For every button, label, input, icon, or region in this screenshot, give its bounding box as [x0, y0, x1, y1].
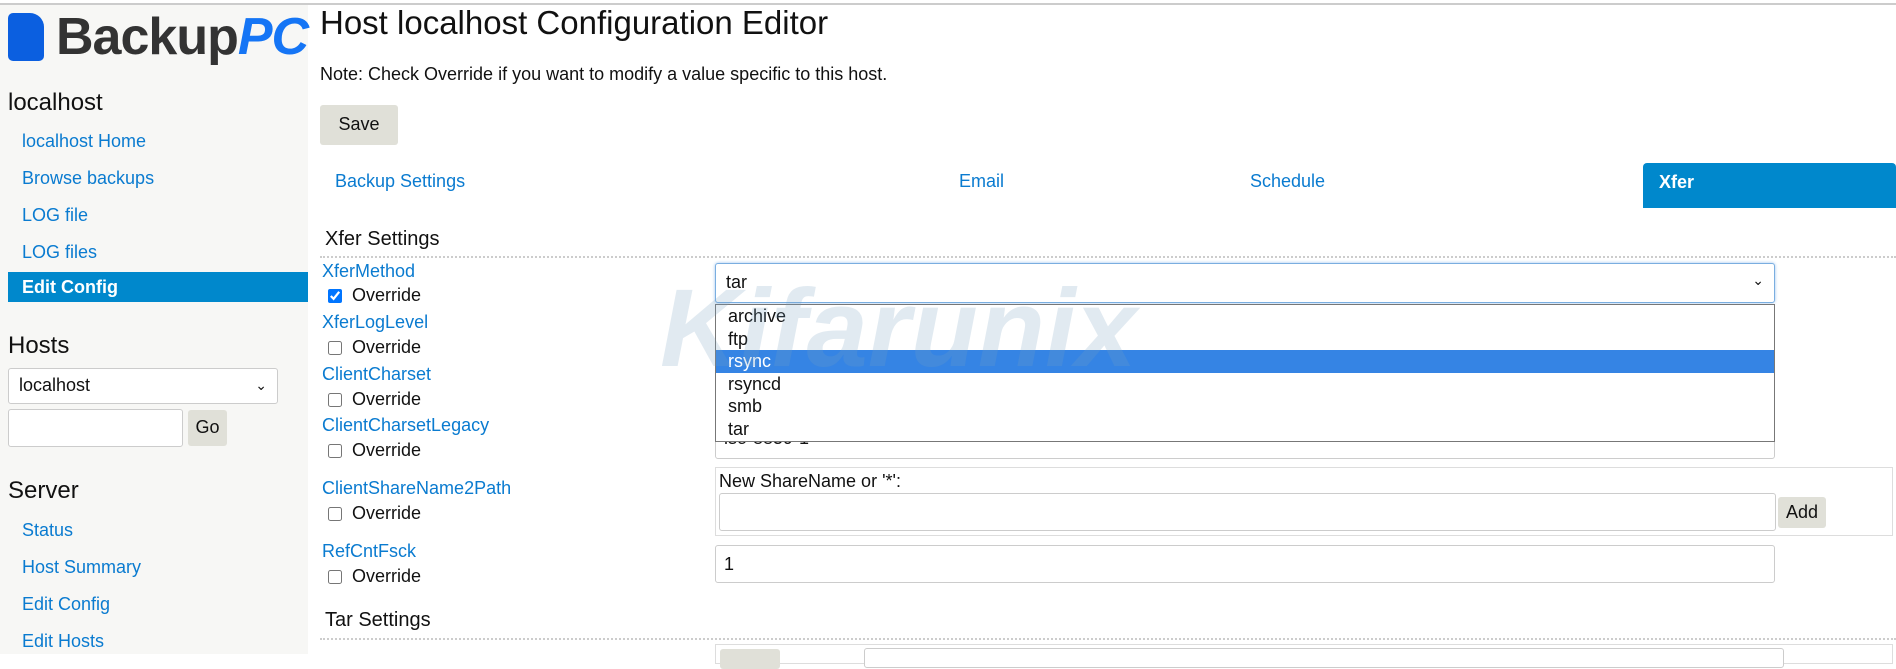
override-clientcharset[interactable]: Override — [328, 389, 421, 410]
option-tar[interactable]: tar — [716, 418, 1774, 441]
option-archive[interactable]: archive — [716, 305, 1774, 328]
save-button[interactable]: Save — [320, 105, 398, 145]
override-checkbox[interactable] — [328, 569, 342, 584]
override-note: Note: Check Override if you want to modi… — [320, 64, 888, 84]
sidebar-item-edit-config[interactable]: Edit Config — [22, 594, 110, 615]
override-label: Override — [352, 389, 422, 409]
host-heading: localhost — [8, 89, 103, 116]
sharename-prompt: New ShareName or '*': — [719, 471, 901, 491]
tar-settings-heading: Tar Settings — [325, 609, 431, 631]
hosts-heading: Hosts — [8, 332, 70, 359]
sidebar-item-log-file[interactable]: LOG file — [22, 205, 88, 226]
xfermethod-select-value: tar — [726, 272, 748, 292]
field-clientcharsetlegacy[interactable]: ClientCharsetLegacy — [322, 415, 489, 436]
field-refcntfsck[interactable]: RefCntFsck — [322, 541, 416, 562]
add-button[interactable]: Add — [1778, 497, 1826, 528]
override-label: Override — [352, 440, 422, 460]
xfermethod-dropdown: archive ftp rsync rsyncd smb tar — [715, 304, 1775, 442]
tar-input[interactable] — [864, 648, 1784, 668]
sidebar-item-browse-backups[interactable]: Browse backups — [22, 168, 154, 189]
option-rsync[interactable]: rsync — [716, 350, 1774, 373]
sidebar-item-status[interactable]: Status — [22, 520, 73, 541]
refcntfsck-input[interactable]: 1 — [715, 545, 1775, 583]
override-checkbox[interactable] — [328, 392, 342, 407]
option-rsyncd[interactable]: rsyncd — [716, 373, 1774, 396]
sidebar: BackupPC localhost localhost Home Browse… — [0, 5, 309, 654]
hosts-select[interactable]: localhost ⌄ — [8, 368, 278, 404]
host-search-input[interactable] — [8, 409, 183, 447]
override-checkbox[interactable] — [328, 443, 342, 458]
sidebar-item-edit-config-active[interactable]: Edit Config — [8, 272, 308, 302]
override-checkbox[interactable] — [328, 288, 342, 303]
override-label: Override — [352, 503, 422, 523]
sidebar-item-log-files[interactable]: LOG files — [22, 242, 97, 263]
logo-text-accent: PC — [237, 8, 309, 66]
field-clientsharename2path[interactable]: ClientShareName2Path — [322, 478, 511, 499]
tab-schedule[interactable]: Schedule — [1250, 171, 1325, 192]
option-smb[interactable]: smb — [716, 395, 1774, 418]
override-xfermethod[interactable]: Override — [328, 285, 421, 306]
page-title: Host localhost Configuration Editor — [320, 4, 829, 41]
tar-button[interactable] — [720, 649, 780, 669]
override-checkbox[interactable] — [328, 506, 342, 521]
logo-text: Backup — [56, 8, 239, 66]
sidebar-item-edit-hosts[interactable]: Edit Hosts — [22, 631, 104, 652]
override-label: Override — [352, 566, 422, 586]
tab-backup-settings[interactable]: Backup Settings — [335, 171, 465, 192]
backuppc-logo[interactable]: BackupPC — [8, 7, 309, 67]
tab-email[interactable]: Email — [959, 171, 1004, 192]
xfermethod-select[interactable]: tar ⌄ — [715, 263, 1775, 303]
override-clientcharsetlegacy[interactable]: Override — [328, 440, 421, 461]
go-button[interactable]: Go — [188, 410, 227, 446]
sidebar-item-host-home[interactable]: localhost Home — [22, 131, 146, 152]
logo-icon — [8, 13, 44, 61]
chevron-down-icon: ⌄ — [255, 377, 267, 393]
override-checkbox[interactable] — [328, 340, 342, 355]
override-xferloglevel[interactable]: Override — [328, 337, 421, 358]
sharename-box: New ShareName or '*': Add — [715, 467, 1893, 536]
override-label: Override — [352, 285, 422, 305]
tab-xfer[interactable]: Xfer — [1643, 163, 1896, 208]
field-clientcharset[interactable]: ClientCharset — [322, 364, 431, 385]
override-label: Override — [352, 337, 422, 357]
field-xferloglevel[interactable]: XferLogLevel — [322, 312, 428, 333]
field-xfermethod[interactable]: XferMethod — [322, 261, 415, 282]
sidebar-item-host-summary[interactable]: Host Summary — [22, 557, 141, 578]
divider — [320, 638, 1896, 640]
hosts-select-value: localhost — [19, 375, 91, 395]
sharename-input[interactable] — [719, 493, 1776, 531]
option-ftp[interactable]: ftp — [716, 328, 1774, 351]
divider — [320, 256, 1896, 258]
override-clientsharename2path[interactable]: Override — [328, 503, 421, 524]
server-heading: Server — [8, 477, 79, 504]
xfer-settings-heading: Xfer Settings — [325, 228, 440, 250]
override-refcntfsck[interactable]: Override — [328, 566, 421, 587]
chevron-down-icon: ⌄ — [1752, 272, 1764, 288]
